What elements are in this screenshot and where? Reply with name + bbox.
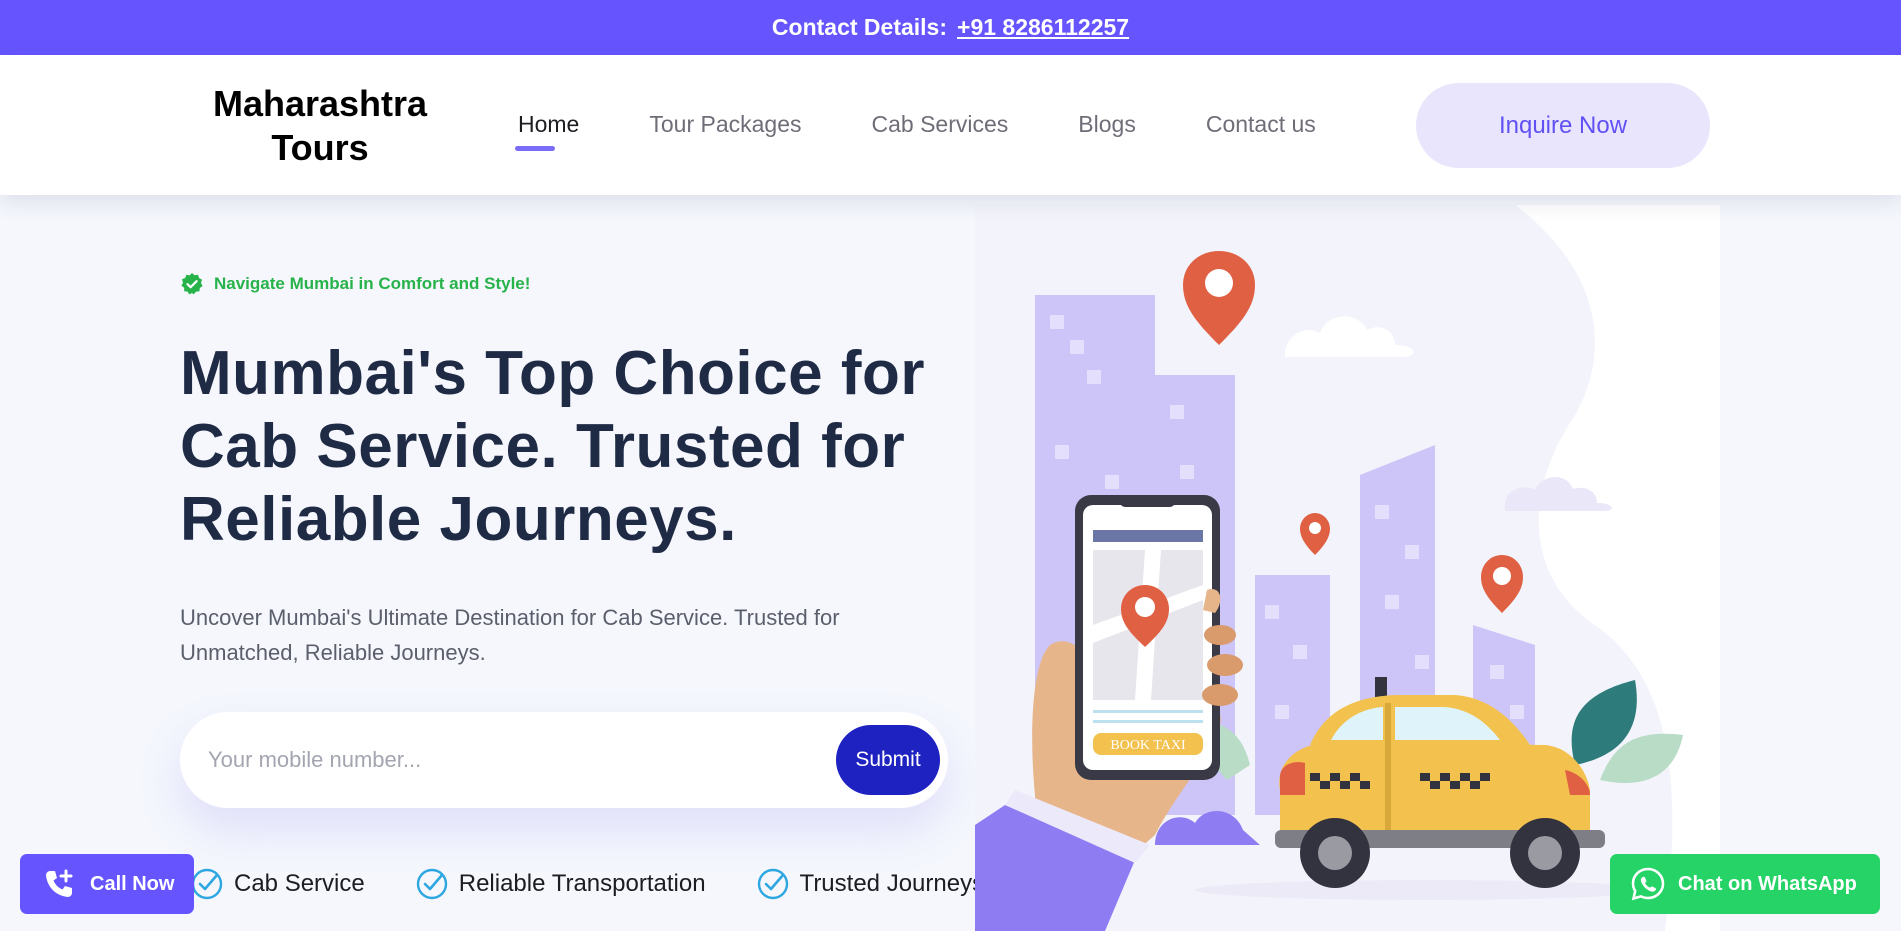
site-logo[interactable]: Maharashtra Tours — [200, 82, 440, 170]
feature-label: Reliable Transportation — [458, 870, 706, 897]
ground-shadow — [1195, 880, 1655, 900]
phone-book-taxi-label: BOOK TAXI — [1110, 738, 1186, 753]
nav-tour-packages[interactable]: Tour Packages — [649, 111, 801, 138]
subtext-line-1: Uncover Mumbai's Ultimate Destination fo… — [180, 605, 840, 630]
feature-label: Trusted Journeys — [799, 870, 985, 897]
hero-badge: Navigate Mumbai in Comfort and Style! — [180, 272, 530, 296]
nav-home[interactable]: Home — [514, 111, 579, 151]
call-now-button[interactable]: Call Now — [20, 854, 194, 914]
nav-contact-us[interactable]: Contact us — [1206, 111, 1316, 138]
feature-item: Cab Service — [190, 867, 365, 901]
feature-item: Reliable Transportation — [415, 867, 706, 901]
check-circle-icon — [191, 868, 223, 900]
whatsapp-icon — [1631, 867, 1665, 901]
taxi-booking-illustration: BOOK TAXI — [975, 205, 1720, 931]
phone-mockup: BOOK TAXI — [1075, 495, 1220, 780]
contact-bar: Contact Details: +91 8286112257 — [0, 0, 1901, 55]
whatsapp-chat-button[interactable]: Chat on WhatsApp — [1610, 854, 1880, 914]
logo-line-2: Tours — [271, 127, 369, 168]
inquire-now-button[interactable]: Inquire Now — [1416, 83, 1710, 168]
main-nav: Home Tour Packages Cab Services Blogs Co… — [514, 111, 1386, 151]
nav-blogs[interactable]: Blogs — [1078, 111, 1136, 138]
mobile-number-input[interactable] — [208, 740, 768, 780]
hero-subtext: Uncover Mumbai's Ultimate Destination fo… — [180, 600, 900, 670]
headline-line-2: Cab Service. Trusted for — [180, 412, 906, 481]
feature-item: Trusted Journeys — [756, 867, 985, 901]
call-now-label: Call Now — [90, 872, 175, 895]
phone-plus-icon — [46, 869, 73, 897]
site-header: Maharashtra Tours Home Tour Packages Cab… — [0, 55, 1901, 195]
contact-label: Contact Details: — [771, 14, 948, 40]
hero-headline: Mumbai's Top Choice for Cab Service. Tru… — [180, 337, 980, 556]
feature-list: Cab Service Reliable Transportation Trus… — [190, 867, 1034, 901]
logo-line-1: Maharashtra — [212, 83, 428, 124]
finger — [1204, 625, 1236, 645]
check-circle-icon — [416, 868, 447, 900]
headline-line-3: Reliable Journeys. — [180, 485, 737, 554]
submit-button[interactable]: Submit — [836, 725, 940, 795]
hero-section: Navigate Mumbai in Comfort and Style! Mu… — [0, 195, 1901, 931]
finger — [1202, 684, 1238, 706]
hero-badge-text: Navigate Mumbai in Comfort and Style! — [214, 274, 531, 293]
contact-phone-link[interactable]: +91 8286112257 — [957, 14, 1129, 41]
nav-cab-services[interactable]: Cab Services — [872, 111, 1009, 138]
whatsapp-label: Chat on WhatsApp — [1678, 872, 1857, 895]
subtext-line-2: Unmatched, Reliable Journeys. — [180, 640, 486, 665]
mobile-form: Submit — [180, 712, 948, 808]
finger — [1207, 654, 1243, 676]
check-circle-icon — [757, 868, 788, 900]
verified-check-icon — [181, 273, 203, 295]
feature-label: Cab Service — [234, 870, 365, 897]
headline-line-1: Mumbai's Top Choice for — [180, 339, 925, 408]
